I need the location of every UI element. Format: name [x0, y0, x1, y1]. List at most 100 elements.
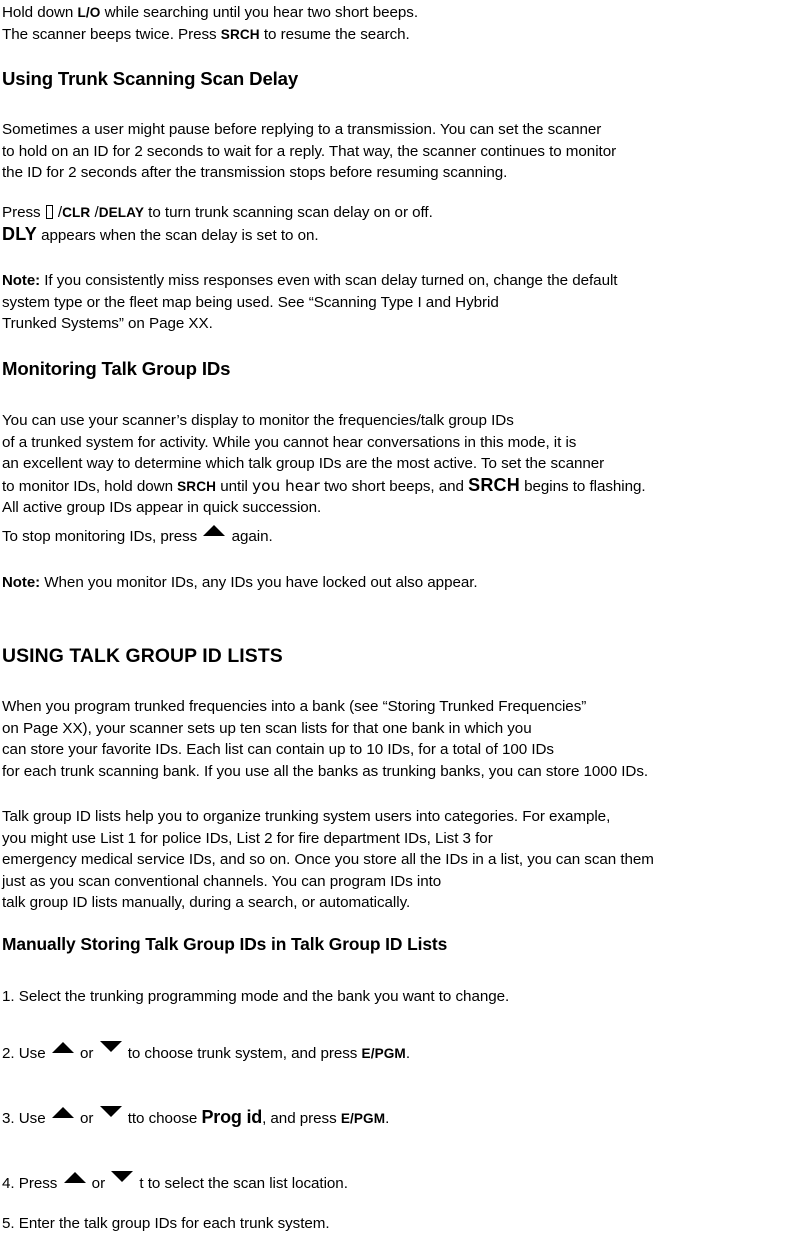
missing-glyph-box-icon — [45, 205, 53, 219]
note-label-2: Note: — [2, 574, 41, 591]
step-5-number: 5. — [2, 1215, 15, 1232]
note-delay-line-3: Trunked Systems” on Page XX. — [2, 315, 213, 333]
step-4-mid: or — [87, 1175, 110, 1192]
note-monitor-text: When you monitor IDs, any IDs you have l… — [40, 574, 478, 591]
press-delay-text-c: / — [90, 204, 99, 221]
step-2-tail-a: to choose trunk system, and press — [123, 1045, 362, 1062]
step-3-lead: Use — [14, 1110, 50, 1127]
heading-using-trunk-scanning-scan-delay-wrap: Using Trunk Scanning Scan Delay — [2, 68, 298, 90]
dly-text-rest: appears when the scan delay is set to on… — [36, 226, 319, 244]
using-lists-line-4: for each trunk scanning bank. If you use… — [2, 762, 649, 780]
key-label-dly: DLY — [2, 223, 37, 244]
paragraph-scan-delay-body: Sometimes a user might pause before repl… — [2, 119, 616, 184]
scan-delay-line-3: the ID for 2 seconds after the transmiss… — [2, 164, 508, 182]
monitoring-line-2: of a trunked system for activity. While … — [2, 433, 577, 451]
dly-line: DLY appears when the scan delay is set t… — [2, 224, 433, 247]
step-2-mid: or — [75, 1045, 98, 1062]
monitoring-line4-text-b: until — [216, 477, 253, 495]
step-4-line: 4. Press or t to select the scan list lo… — [2, 1171, 348, 1195]
step-item-5: 5. Enter the talk group IDs for each tru… — [2, 1213, 330, 1233]
paragraph-monitoring-body: You can use your scanner’s display to mo… — [2, 410, 646, 519]
step-3-tail-c: . — [385, 1110, 390, 1127]
scan-delay-line-2: to hold on an ID for 2 seconds to wait f… — [2, 142, 617, 160]
down-triangle-icon — [99, 1041, 122, 1052]
press-delay-text-d: to turn trunk scanning scan delay on or … — [144, 204, 433, 221]
stop-monitoring-line: To stop monitoring IDs, press again. — [2, 525, 273, 548]
key-label-srch-large: SRCH — [468, 474, 520, 495]
note-monitor: Note: When you monitor IDs, any IDs you … — [2, 572, 478, 594]
down-triangle-icon — [99, 1106, 122, 1117]
heading-using-talk-group-id-lists-wrap: USING TALK GROUP ID LISTS — [2, 645, 283, 668]
key-label-epgm: E/PGM — [361, 1046, 406, 1061]
using-lists-line-1: When you program trunked frequencies int… — [2, 698, 587, 715]
stop-monitoring-text-b: again. — [227, 528, 273, 545]
note-delay-line-2: system type or the fleet map being used.… — [2, 293, 499, 311]
step-4-number: 4. — [2, 1175, 15, 1192]
monitoring-line4-text-c: two short beeps, and — [319, 477, 469, 495]
paragraph-using-lists-body: When you program trunked frequencies int… — [2, 696, 648, 782]
press-delay-text-a: Press — [2, 204, 45, 221]
stop-monitoring-text-a: To stop monitoring IDs, press — [2, 528, 202, 545]
display-text-prog-id: Prog id — [201, 1107, 263, 1127]
step-1-number: 1. — [2, 988, 15, 1005]
step-3-tail-b: , and press — [262, 1110, 341, 1127]
lists-categories-line-3: emergency medical service IDs, and so on… — [2, 851, 654, 869]
lists-categories-line-5: talk group ID lists manually, during a s… — [2, 894, 411, 912]
heading-monitoring-talk-group-ids: Monitoring Talk Group IDs — [2, 358, 231, 379]
step-2-tail-b: . — [405, 1045, 411, 1062]
key-label-epgm: E/PGM — [340, 1111, 386, 1126]
heading-monitoring-talk-group-ids-wrap: Monitoring Talk Group IDs — [2, 358, 230, 380]
intro-line1-text-b: while searching until you hear two short… — [100, 4, 419, 21]
note-delay-text-1: If you consistently miss responses even … — [40, 272, 618, 289]
step-1-text: Select the trunking programming mode and… — [14, 988, 510, 1005]
note-label: Note: — [2, 272, 41, 289]
note-scan-delay: Note: If you consistently miss responses… — [2, 270, 618, 335]
heading-manually-storing-talk-group-ids: Manually Storing Talk Group IDs in Talk … — [2, 934, 448, 954]
note-monitor-line: Note: When you monitor IDs, any IDs you … — [2, 572, 478, 594]
step-item-2: 2. Use or to choose trunk system, and pr… — [2, 1041, 410, 1065]
lists-categories-line-2: you might use List 1 for police IDs, Lis… — [2, 829, 493, 847]
paragraph-stop-monitoring: To stop monitoring IDs, press again. — [2, 525, 273, 548]
step-5-text: Enter the talk group IDs for each trunk … — [14, 1215, 330, 1232]
key-label-delay: DELAY — [98, 205, 145, 220]
step-3-tail-a: tto choose — [123, 1110, 202, 1127]
intro-line-2: The scanner beeps twice. Press SRCH to r… — [2, 24, 418, 46]
key-label-srch: SRCH — [220, 26, 260, 42]
monitoring-line-3: an excellent way to determine which talk… — [2, 455, 605, 473]
step-2-number: 2. — [2, 1045, 15, 1062]
paragraph-intro: Hold down L/O while searching until you … — [2, 2, 418, 45]
down-triangle-icon — [111, 1171, 134, 1182]
step-4-lead: Press — [14, 1175, 62, 1192]
step-item-3: 3. Use or tto choose Prog id, and press … — [2, 1106, 389, 1130]
intro-line-1: Hold down L/O while searching until you … — [2, 2, 418, 24]
monitoring-line-1: You can use your scanner’s display to mo… — [2, 412, 514, 429]
paragraph-press-delay: Press /CLR /DELAY to turn trunk scanning… — [2, 202, 433, 246]
step-3-number: 3. — [2, 1110, 15, 1127]
step-1-line: 1. Select the trunking programming mode … — [2, 986, 509, 1008]
step-2-lead: Use — [14, 1045, 50, 1062]
heading-using-trunk-scanning-scan-delay: Using Trunk Scanning Scan Delay — [2, 68, 299, 89]
intro-line2-text-b: to resume the search. — [259, 25, 410, 43]
monitoring-line4-text-a: to monitor IDs, hold down — [2, 477, 178, 495]
intro-line2-text-a: The scanner beeps twice. Press — [2, 25, 221, 43]
monitoring-line-4: to monitor IDs, hold down SRCH until you… — [2, 475, 646, 498]
intro-line1-text-a: Hold down — [2, 4, 78, 21]
heading-using-talk-group-id-lists: USING TALK GROUP ID LISTS — [2, 645, 283, 667]
step-4-tail-a: t to select the scan list location. — [135, 1175, 348, 1192]
step-5-line: 5. Enter the talk group IDs for each tru… — [2, 1213, 330, 1233]
using-lists-line-3: can store your favorite IDs. Each list c… — [2, 741, 554, 759]
lists-categories-line-1: Talk group ID lists help you to organize… — [2, 808, 611, 825]
up-triangle-icon — [63, 1172, 86, 1183]
document-page: Hold down L/O while searching until you … — [0, 0, 809, 1233]
step-2-line: 2. Use or to choose trunk system, and pr… — [2, 1041, 410, 1065]
using-lists-line-2: on Page XX), your scanner sets up ten sc… — [2, 719, 532, 737]
up-triangle-icon — [51, 1107, 74, 1118]
monitoring-line4-alt-face: you hear — [252, 476, 320, 495]
up-triangle-icon — [203, 525, 226, 536]
key-label-lo: L/O — [77, 5, 101, 20]
step-3-line: 3. Use or tto choose Prog id, and press … — [2, 1106, 389, 1130]
heading-manually-storing-wrap: Manually Storing Talk Group IDs in Talk … — [2, 934, 447, 955]
step-item-1: 1. Select the trunking programming mode … — [2, 986, 509, 1008]
monitoring-line4-text-d: begins to flashing. — [519, 477, 646, 495]
note-delay-line-1: Note: If you consistently miss responses… — [2, 270, 618, 292]
